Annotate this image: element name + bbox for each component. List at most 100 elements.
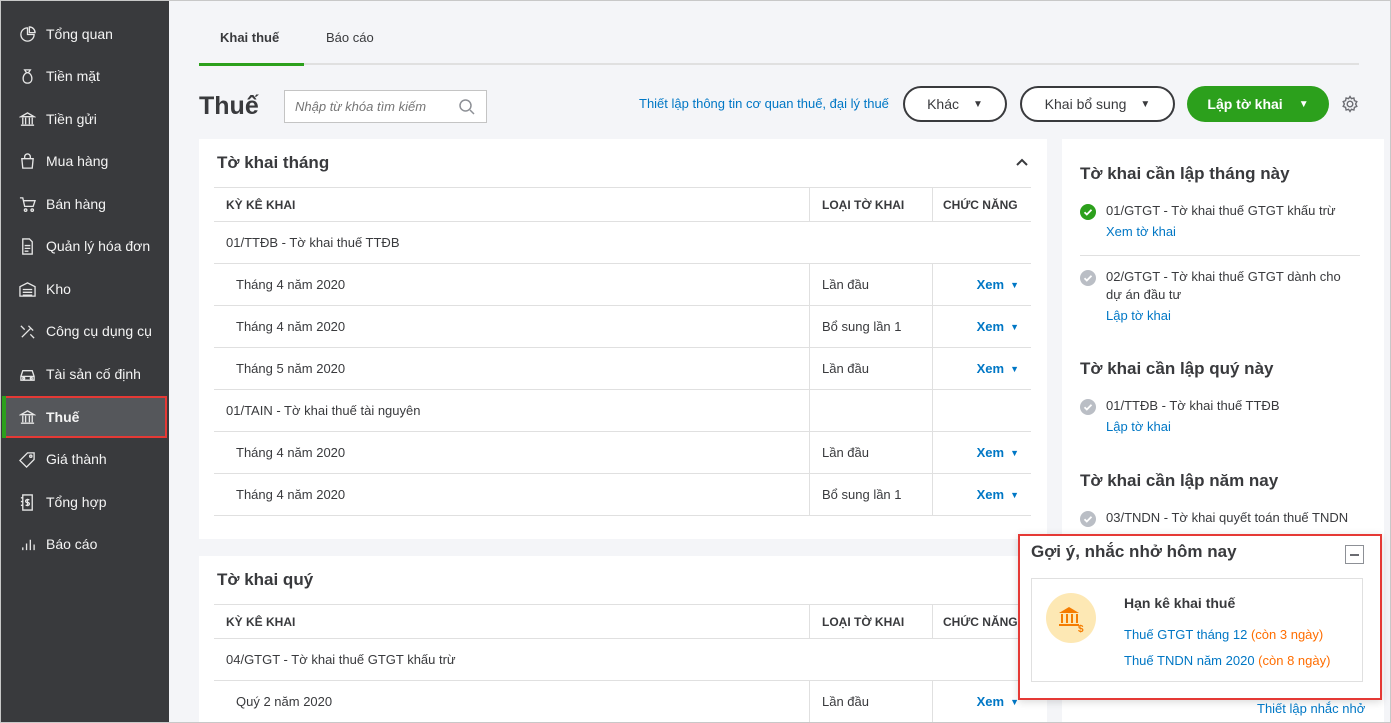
view-dropdown-button[interactable]: Xem ▼ [977,487,1019,502]
sidebar-item-quan-ly-hoa-don[interactable]: Quản lý hóa đơn [0,225,169,267]
minimize-icon[interactable] [1345,545,1364,564]
view-label: Xem [976,319,1005,334]
quarter-section-title: Tờ khai cần lập quý này [1080,359,1274,378]
tools-icon [18,322,36,340]
other-button-label: Khác [927,96,959,112]
col-period-header: KỲ KÊ KHAI [226,197,296,212]
table-row: Tháng 4 năm 2020 Lần đầu Xem ▼ [214,432,1031,474]
days-remaining: (còn 8 ngày) [1258,653,1331,668]
view-dropdown-button[interactable]: Xem ▼ [977,277,1019,292]
period-cell: Tháng 5 năm 2020 [236,361,346,376]
sidebar-item-cong-cu-dung-cu[interactable]: Công cụ dụng cụ [0,310,169,352]
create-button-label: Lập tờ khai [1207,96,1283,112]
sidebar-item-tong-quan[interactable]: Tổng quan [0,13,169,55]
col-action-header: CHỨC NĂNG [932,188,1031,221]
reminder-settings-link[interactable]: Thiết lập nhắc nhở [1257,701,1365,716]
check-pending-icon [1080,511,1096,527]
tab-bao-cao[interactable]: Báo cáo [326,30,374,65]
dashboard-icon [18,25,36,43]
sidebar-item-mua-hang[interactable]: Mua hàng [0,140,169,182]
collapse-chevron-up-icon[interactable] [1014,155,1030,171]
sidebar-item-label: Công cụ dụng cụ [46,323,152,339]
table-row: Tháng 4 năm 2020 Lần đầu Xem ▼ [214,264,1031,306]
create-declaration-button[interactable]: Lập tờ khai ▼ [1187,86,1329,122]
declaration-item: 02/GTGT - Tờ khai thuế GTGT dành cho dự … [1080,268,1370,323]
col-period-header: KỲ KÊ KHAI [226,614,296,629]
period-cell: Tháng 4 năm 2020 [236,445,346,460]
bar-chart-icon [18,535,36,553]
col-type-header: LOẠI TỜ KHAI [809,188,932,221]
reminder-popup: Gợi ý, nhắc nhở hôm nay $ Hạn kê khai th… [1018,534,1382,700]
reminder-title: Gợi ý, nhắc nhở hôm nay [1031,542,1237,561]
cart-icon [18,195,36,213]
reminder-link[interactable]: Thuế TNDN năm 2020 [1124,653,1255,668]
declaration-text: 03/TNDN - Tờ khai quyết toán thuế TNDN [1106,510,1349,525]
reminder-item: Thuế GTGT tháng 12 (còn 3 ngày) [1124,627,1323,642]
view-dropdown-button[interactable]: Xem ▼ [977,694,1019,709]
year-section-title: Tờ khai cần lập năm nay [1080,471,1279,490]
reminder-link[interactable]: Thuế GTGT tháng 12 [1124,627,1247,642]
sidebar-item-tien-gui[interactable]: Tiền gửi [0,98,169,140]
sidebar-item-tong-hop[interactable]: Tổng hợp [0,481,169,523]
search-icon[interactable] [458,98,476,116]
col-action-header: CHỨC NĂNG [932,605,1031,638]
warehouse-icon [18,280,36,298]
deadline-heading: Hạn kê khai thuế [1124,595,1236,611]
col-type-header: LOẠI TỜ KHAI [809,605,932,638]
view-dropdown-button[interactable]: Xem ▼ [977,361,1019,376]
caret-down-icon: ▼ [1010,447,1019,458]
view-dropdown-button[interactable]: Xem ▼ [977,319,1019,334]
card-title: Tờ khai quý [217,570,314,589]
sidebar: Tổng quan Tiền mặt Tiền gửi Mua hàng Bán… [0,0,169,723]
tax-office-setup-link[interactable]: Thiết lập thông tin cơ quan thuế, đại lý… [639,96,889,111]
table-group-row: 01/TTĐB - Tờ khai thuế TTĐB [214,222,1031,264]
sidebar-item-kho[interactable]: Kho [0,268,169,310]
period-cell: Tháng 4 năm 2020 [236,277,346,292]
page-title: Thuế [199,92,259,120]
settings-gear-icon[interactable] [1341,95,1359,113]
group-label: 01/TTĐB - Tờ khai thuế TTĐB [226,235,400,250]
view-dropdown-button[interactable]: Xem ▼ [977,445,1019,460]
price-tag-icon [18,450,36,468]
sidebar-item-ban-hang[interactable]: Bán hàng [0,183,169,225]
sidebar-item-label: Tài sản cố định [46,366,141,382]
other-dropdown-button[interactable]: Khác ▼ [903,86,1007,122]
view-declaration-link[interactable]: Xem tờ khai [1106,224,1370,239]
caret-down-icon: ▼ [1298,98,1309,110]
check-pending-icon [1080,399,1096,415]
supplement-dropdown-button[interactable]: Khai bổ sung ▼ [1020,86,1175,122]
declaration-item: 01/TTĐB - Tờ khai thuế TTĐB Lập tờ khai [1080,397,1370,434]
reminder-item: Thuế TNDN năm 2020 (còn 8 ngày) [1124,653,1330,668]
tab-khai-thue[interactable]: Khai thuế [220,30,279,65]
sidebar-item-label: Quản lý hóa đơn [46,238,151,254]
search-input[interactable] [285,91,455,122]
create-declaration-link[interactable]: Lập tờ khai [1106,419,1370,434]
sidebar-item-tien-mat[interactable]: Tiền mặt [0,55,169,97]
declaration-item: 03/TNDN - Tờ khai quyết toán thuế TNDN [1080,509,1370,527]
view-label: Xem [976,694,1005,709]
view-label: Xem [976,361,1005,376]
sidebar-item-label: Tiền mặt [46,68,100,84]
period-cell: Quý 2 năm 2020 [236,694,333,709]
sidebar-item-label: Kho [46,281,71,297]
sidebar-item-thue[interactable]: Thuế [2,396,167,438]
sidebar-item-label: Tiền gửi [46,111,97,127]
declaration-item: 01/GTGT - Tờ khai thuế GTGT khấu trừ Xem… [1080,202,1370,239]
type-cell: Lần đầu [809,432,932,473]
sidebar-item-gia-thanh[interactable]: Giá thành [0,438,169,480]
divider [1080,255,1360,256]
quarterly-table: KỲ KÊ KHAI LOẠI TỜ KHAI CHỨC NĂNG 04/GTG… [214,604,1031,723]
create-declaration-link[interactable]: Lập tờ khai [1106,308,1370,323]
group-label: 01/TAIN - Tờ khai thuế tài nguyên [226,403,421,418]
table-row: Quý 2 năm 2020 Lần đầu Xem ▼ [214,681,1031,723]
sidebar-item-label: Mua hàng [46,153,109,169]
tab-bar: Khai thuế Báo cáo [199,20,1359,66]
sidebar-item-label: Bán hàng [46,196,106,212]
type-cell: Bổ sung lần 1 [809,306,932,347]
view-label: Xem [976,277,1005,292]
sidebar-item-tai-san-co-dinh[interactable]: Tài sản cố định [0,353,169,395]
svg-text:$: $ [1078,624,1084,633]
cash-bag-icon [18,67,36,85]
type-cell: Lần đầu [809,681,932,722]
sidebar-item-bao-cao[interactable]: Báo cáo [0,523,169,565]
